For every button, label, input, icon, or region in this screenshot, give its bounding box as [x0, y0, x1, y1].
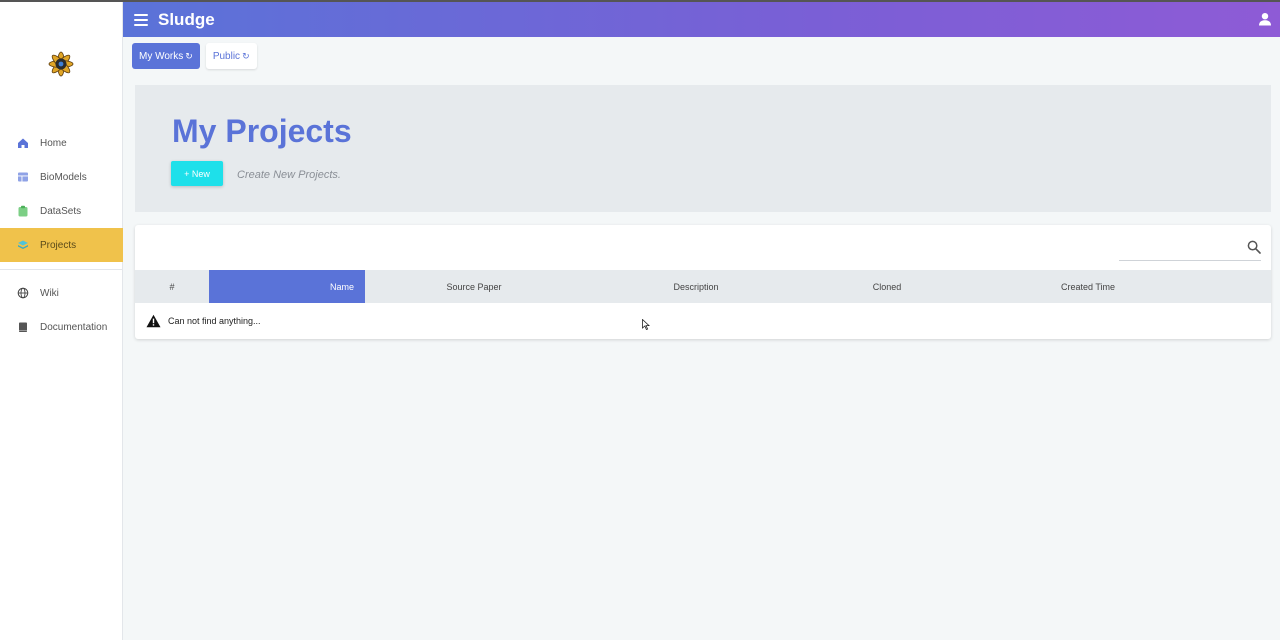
tab-label: My Works [139, 50, 184, 62]
top-bar: Sludge [123, 2, 1280, 37]
sidebar-nav: Home BioModels DataSets Projects Wiki Do… [0, 126, 123, 344]
search-input[interactable] [1119, 237, 1239, 259]
menu-icon[interactable] [134, 13, 148, 26]
empty-state-message: Can not find anything... [168, 315, 261, 326]
column-header-source-paper[interactable]: Source Paper [365, 270, 583, 303]
works-tabs: My Works ↻ Public ↻ [132, 43, 263, 69]
table-icon [17, 171, 29, 183]
globe-icon [17, 287, 29, 299]
sidebar-item-datasets[interactable]: DataSets [0, 194, 123, 228]
sidebar-item-biomodels[interactable]: BioModels [0, 160, 123, 194]
sidebar-item-label: Projects [40, 239, 77, 251]
column-header-number[interactable]: # [135, 270, 209, 303]
sidebar-divider [0, 269, 123, 270]
column-header-created-time[interactable]: Created Time [965, 270, 1211, 303]
warning-icon [146, 314, 161, 328]
column-header-description[interactable]: Description [583, 270, 809, 303]
tab-my-works[interactable]: My Works ↻ [132, 43, 200, 69]
sidebar-item-projects[interactable]: Projects [0, 228, 123, 262]
layers-icon [17, 239, 29, 251]
sidebar-item-label: Wiki [40, 287, 59, 299]
tab-label: Public [212, 50, 241, 62]
clipboard-icon [17, 205, 29, 217]
search-icon[interactable] [1247, 240, 1261, 254]
page-title: My Projects [172, 113, 352, 149]
page-subtitle: Create New Projects. [237, 169, 341, 181]
mouse-cursor-icon [642, 317, 651, 331]
refresh-icon: ↻ [185, 50, 193, 61]
sidebar-item-wiki[interactable]: Wiki [0, 276, 123, 310]
sidebar-item-documentation[interactable]: Documentation [0, 310, 123, 344]
sidebar: Home BioModels DataSets Projects Wiki Do… [0, 2, 123, 640]
tab-public[interactable]: Public ↻ [205, 43, 257, 69]
sidebar-item-label: DataSets [40, 205, 82, 217]
column-header-name[interactable]: Name [209, 270, 365, 303]
table-header: # Name Source Paper Description Cloned C… [135, 270, 1271, 303]
search-box [1119, 237, 1261, 261]
projects-table-card: # Name Source Paper Description Cloned C… [135, 225, 1271, 339]
app-window: Home BioModels DataSets Projects Wiki Do… [0, 0, 1280, 640]
home-icon [17, 137, 29, 149]
page-header: My Projects + New Create New Projects. [135, 85, 1271, 212]
book-icon [17, 321, 29, 333]
refresh-icon: ↻ [242, 50, 250, 61]
sidebar-item-label: BioModels [40, 171, 87, 183]
sidebar-item-label: Documentation [40, 321, 108, 333]
empty-state-row: Can not find anything... [135, 303, 1271, 338]
column-header-cloned[interactable]: Cloned [809, 270, 965, 303]
app-logo[interactable] [45, 48, 77, 80]
app-title: Sludge [158, 9, 215, 29]
sidebar-item-home[interactable]: Home [0, 126, 123, 160]
sidebar-item-label: Home [40, 137, 67, 149]
user-icon[interactable] [1258, 12, 1272, 26]
new-project-button[interactable]: + New [171, 161, 223, 186]
